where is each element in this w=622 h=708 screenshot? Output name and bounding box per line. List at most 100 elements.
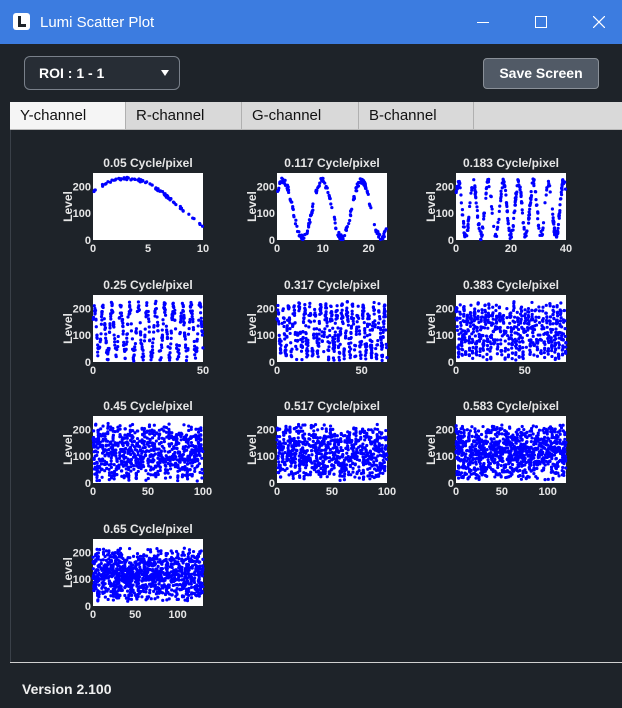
data-point <box>131 435 135 439</box>
data-point <box>351 448 355 453</box>
data-point <box>323 314 327 318</box>
data-point <box>175 357 179 361</box>
data-point <box>323 453 327 457</box>
data-point <box>328 319 332 323</box>
data-point <box>191 320 195 324</box>
data-point <box>102 317 106 321</box>
data-point <box>558 203 562 207</box>
data-point <box>533 309 537 313</box>
data-point <box>474 450 479 454</box>
data-point <box>377 234 381 238</box>
data-point <box>200 333 205 337</box>
data-point <box>466 224 470 229</box>
data-point <box>363 328 367 333</box>
close-button[interactable] <box>576 0 622 44</box>
data-point <box>509 441 514 445</box>
data-point <box>342 474 346 478</box>
data-point <box>187 326 191 331</box>
data-point <box>113 441 117 445</box>
data-point <box>478 347 482 351</box>
data-point <box>461 475 465 480</box>
data-point <box>561 178 565 183</box>
data-point <box>544 311 548 315</box>
data-point <box>123 356 127 361</box>
data-point <box>465 459 469 463</box>
data-point <box>152 330 156 334</box>
scatter-chart-8: 0.517 Cycle/pixelLevel01002000 50 100 <box>245 399 396 498</box>
data-point <box>467 431 471 436</box>
data-point <box>277 471 281 475</box>
data-point <box>323 471 327 476</box>
data-point <box>147 464 151 468</box>
data-point <box>532 472 536 476</box>
data-point <box>122 453 126 457</box>
toolbar: ROI : 1 - 1 Save Screen <box>0 44 622 102</box>
data-point <box>293 471 298 476</box>
data-point <box>521 345 525 350</box>
data-point <box>505 209 509 213</box>
data-point <box>119 454 123 458</box>
data-point <box>378 468 382 472</box>
data-point <box>298 475 302 480</box>
tab-r-channel[interactable]: R-channel <box>126 102 242 129</box>
data-point <box>490 211 494 215</box>
data-point <box>521 352 525 356</box>
save-screen-button[interactable]: Save Screen <box>483 58 599 89</box>
title-bar[interactable]: Lumi Scatter Plot <box>0 0 622 44</box>
data-point <box>473 311 477 315</box>
data-point <box>109 442 113 446</box>
data-point <box>107 454 111 458</box>
data-point <box>92 461 97 466</box>
data-point <box>527 216 531 220</box>
data-point <box>494 427 498 432</box>
data-point <box>524 231 528 235</box>
data-point <box>106 180 110 184</box>
tab-y-channel[interactable]: Y-channel <box>10 102 126 129</box>
data-point <box>491 305 495 309</box>
data-point <box>534 319 538 323</box>
data-point <box>519 321 523 325</box>
roi-dropdown[interactable]: ROI : 1 - 1 <box>24 56 180 90</box>
data-point <box>546 349 550 353</box>
data-point <box>497 217 501 221</box>
tab-b-channel[interactable]: B-channel <box>359 102 474 129</box>
scatter-chart-2: 0.117 Cycle/pixelLevel01002000 10 20 <box>245 156 388 255</box>
scatter-chart-5: 0.317 Cycle/pixelLevel01002000 50 <box>245 278 389 377</box>
maximize-button[interactable] <box>518 0 564 44</box>
data-point <box>327 348 331 353</box>
data-point <box>176 475 180 480</box>
data-point <box>367 314 371 318</box>
data-point <box>278 466 283 470</box>
data-point <box>109 300 114 305</box>
data-point <box>488 445 492 449</box>
data-point <box>529 469 533 473</box>
data-point <box>282 332 286 336</box>
data-point <box>276 454 280 458</box>
data-point <box>351 302 355 306</box>
data-point <box>200 323 204 327</box>
data-point <box>465 315 469 320</box>
data-point <box>141 179 145 183</box>
y-tick-label: 100 <box>436 451 454 463</box>
data-point <box>470 337 474 341</box>
data-point <box>519 434 523 438</box>
data-point <box>314 450 319 455</box>
data-point <box>520 211 525 215</box>
y-tick-label: 200 <box>73 181 91 193</box>
tab-g-channel[interactable]: G-channel <box>242 102 359 129</box>
data-point <box>143 450 148 454</box>
data-point <box>526 474 530 479</box>
data-point <box>308 313 312 318</box>
data-point <box>375 343 380 347</box>
minimize-button[interactable] <box>460 0 506 44</box>
data-point <box>110 474 114 478</box>
data-point <box>356 304 360 308</box>
data-point <box>326 340 330 344</box>
data-point <box>543 446 547 450</box>
data-point <box>562 453 566 457</box>
data-point <box>328 328 332 333</box>
data-point <box>508 457 513 461</box>
data-point <box>341 452 345 457</box>
data-point <box>101 424 105 428</box>
data-point <box>470 351 475 355</box>
